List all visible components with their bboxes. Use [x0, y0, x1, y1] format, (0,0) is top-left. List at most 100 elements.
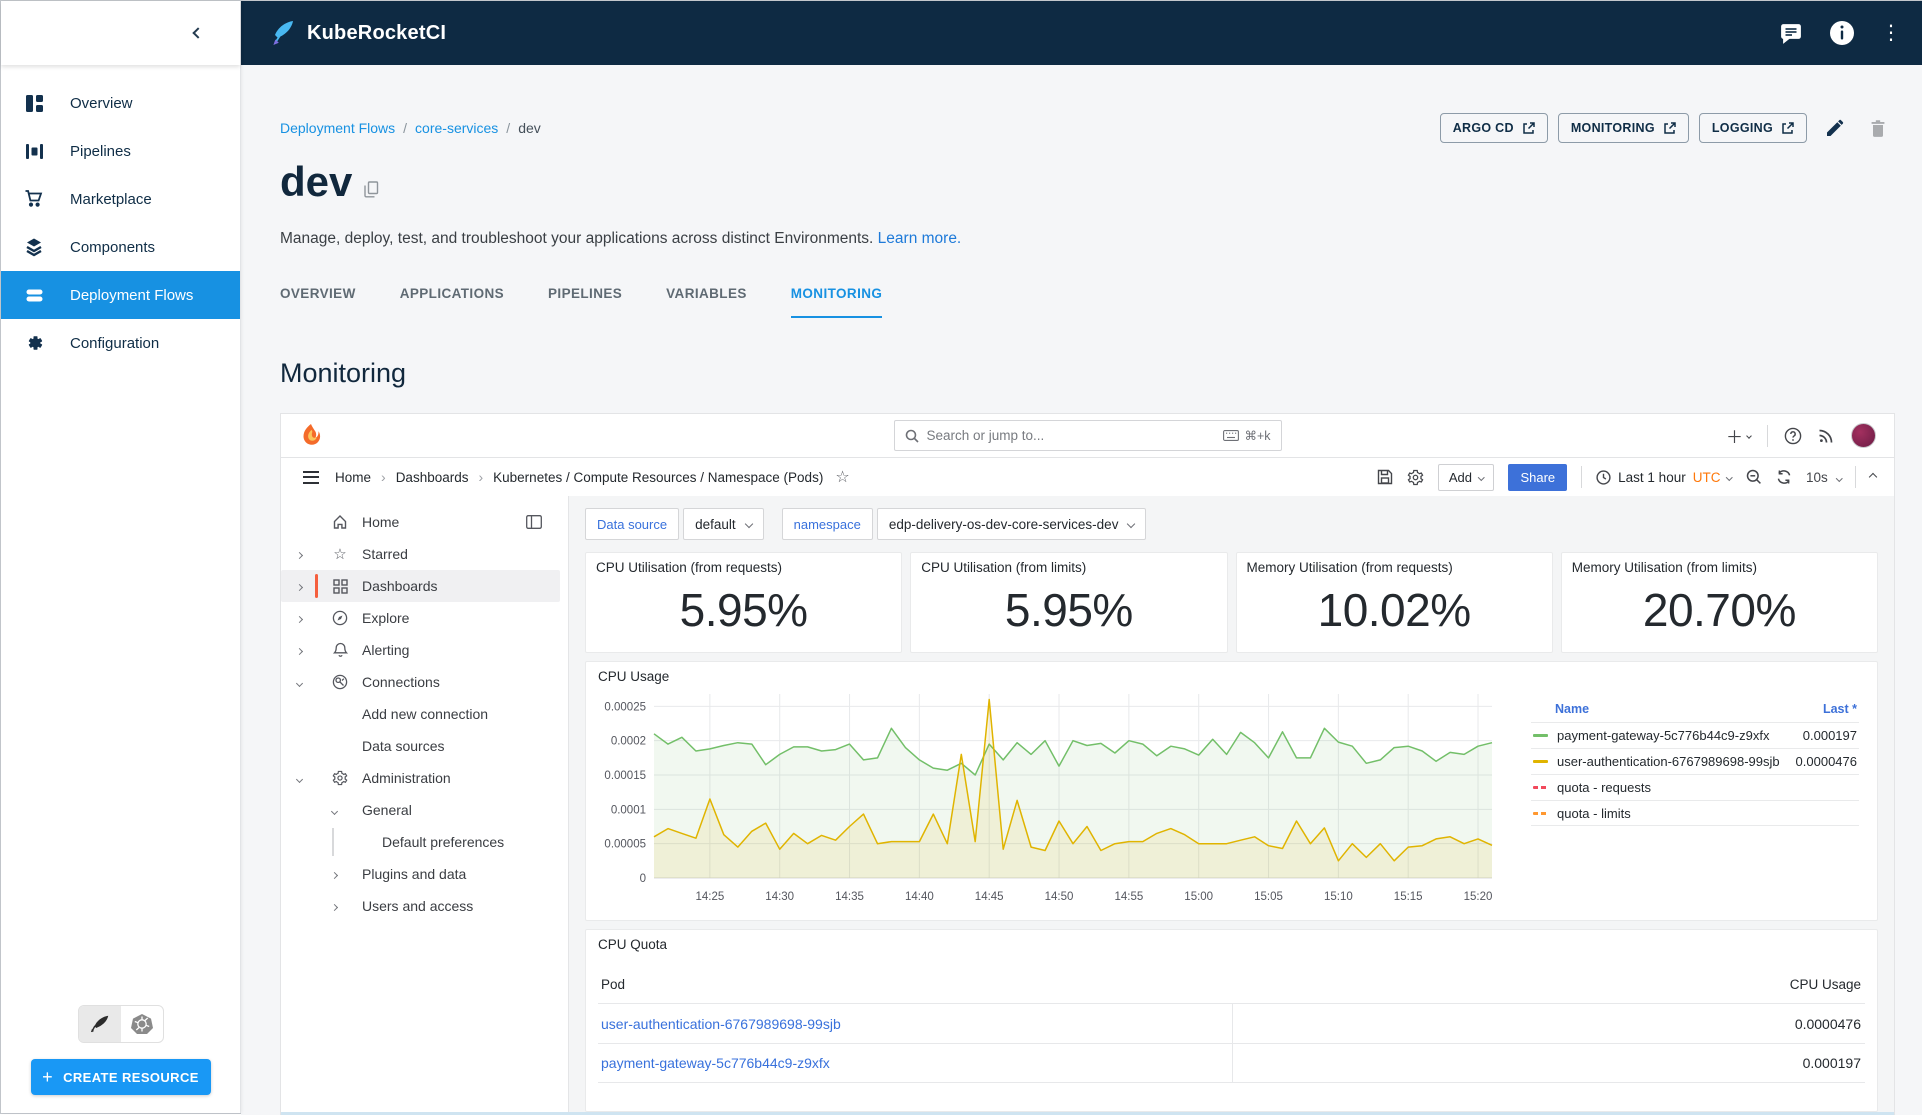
chevron-right-icon[interactable]: [332, 898, 337, 914]
favorite-star-icon[interactable]: ☆: [835, 467, 849, 487]
grafana-breadcrumb-dashboards[interactable]: Dashboards: [396, 470, 469, 485]
series-name[interactable]: quota - limits: [1557, 806, 1631, 821]
sidebar-item-marketplace[interactable]: Marketplace: [1, 175, 240, 223]
cpu-usage-title: CPU Usage: [598, 669, 1865, 684]
grafana-nav-connections[interactable]: Connections: [281, 666, 568, 698]
sidebar-item-deployment-flows[interactable]: Deployment Flows: [1, 271, 240, 319]
grafana-breadcrumb-dashboard-title[interactable]: Kubernetes / Compute Resources / Namespa…: [493, 470, 823, 485]
chevron-right-icon[interactable]: [297, 546, 302, 562]
grafana-nav-add-new-connection[interactable]: Add new connection: [281, 698, 568, 730]
argocd-button[interactable]: ARGO CD: [1440, 113, 1548, 143]
grafana-nav-default-preferences[interactable]: Default preferences: [281, 826, 568, 858]
sidebar-item-pipelines[interactable]: Pipelines: [1, 127, 240, 175]
grafana-breadcrumb-home[interactable]: Home: [335, 470, 371, 485]
tab-applications[interactable]: APPLICATIONS: [400, 286, 504, 318]
legend-col-last[interactable]: Last *: [1823, 702, 1857, 716]
column-header-pod[interactable]: Pod: [598, 977, 1232, 992]
keyboard-shortcut-hint: ⌘+k: [1223, 428, 1270, 443]
refresh-interval-label: 10s: [1806, 470, 1828, 485]
copy-icon[interactable]: [364, 181, 379, 203]
feather-mode-button[interactable]: [79, 1006, 121, 1042]
chevron-right-icon[interactable]: [297, 610, 302, 626]
info-icon[interactable]: [1829, 20, 1855, 46]
chevron-down-icon[interactable]: [332, 802, 337, 818]
cpu-quota-panel[interactable]: CPU Quota Pod CPU Usage user-authenticat…: [585, 929, 1878, 1112]
app-logo[interactable]: KubeRocketCI: [267, 18, 446, 48]
grafana-nav-dashboards[interactable]: Dashboards: [281, 570, 560, 602]
chevron-right-icon[interactable]: [297, 642, 302, 658]
data-source-label[interactable]: Data source: [585, 508, 679, 540]
kebab-menu-icon[interactable]: ⋮: [1881, 23, 1901, 43]
dashboard-settings-gear-icon[interactable]: [1407, 469, 1424, 486]
tab-monitoring[interactable]: MONITORING: [791, 286, 883, 318]
stat-panel-memory-requests[interactable]: Memory Utilisation (from requests) 10.02…: [1236, 552, 1553, 653]
create-resource-button[interactable]: + CREATE RESOURCE: [31, 1059, 211, 1095]
sidebar-footer: + CREATE RESOURCE: [1, 1005, 240, 1113]
series-name[interactable]: payment-gateway-5c776b44c9-z9xfx: [1557, 728, 1769, 743]
grafana-nav-plugins-and-data[interactable]: Plugins and data: [281, 858, 568, 890]
save-dashboard-icon[interactable]: [1377, 469, 1393, 485]
zoom-out-icon[interactable]: [1746, 469, 1762, 485]
chevron-down-icon[interactable]: [297, 770, 302, 786]
namespace-label[interactable]: namespace: [782, 508, 873, 540]
breadcrumb-core-services[interactable]: core-services: [415, 120, 498, 136]
monitoring-button[interactable]: MONITORING: [1558, 113, 1689, 143]
user-avatar[interactable]: [1851, 423, 1876, 448]
sidebar-collapse-button[interactable]: [188, 18, 208, 48]
pod-link[interactable]: payment-gateway-5c776b44c9-z9xfx: [601, 1055, 830, 1071]
learn-more-link[interactable]: Learn more.: [878, 230, 962, 247]
connections-icon: [331, 673, 349, 691]
pod-link[interactable]: user-authentication-6767989698-99sjb: [601, 1016, 841, 1032]
collapse-toolbar-icon[interactable]: [1870, 468, 1876, 486]
grafana-nav-general[interactable]: General: [281, 794, 568, 826]
kubernetes-mode-button[interactable]: [121, 1006, 163, 1042]
feedback-chat-icon[interactable]: [1779, 21, 1803, 45]
column-header-cpu-usage[interactable]: CPU Usage: [1232, 977, 1866, 992]
time-range-picker[interactable]: Last 1 hour UTC: [1596, 470, 1732, 485]
refresh-interval-select[interactable]: 10s: [1806, 470, 1841, 485]
sidebar-item-components[interactable]: Components: [1, 223, 240, 271]
search-input[interactable]: [927, 428, 1216, 443]
news-rss-icon[interactable]: [1818, 427, 1835, 444]
grafana-nav-explore[interactable]: Explore: [281, 602, 568, 634]
refresh-icon[interactable]: [1776, 469, 1792, 485]
dock-sidebar-icon[interactable]: [526, 515, 542, 529]
stat-panel-cpu-requests[interactable]: CPU Utilisation (from requests) 5.95%: [585, 552, 902, 653]
tab-pipelines[interactable]: PIPELINES: [548, 286, 622, 318]
delete-trash-icon[interactable]: [1861, 111, 1895, 145]
sidebar-item-overview[interactable]: Overview: [1, 79, 240, 127]
hamburger-menu-icon[interactable]: [299, 467, 323, 488]
share-button[interactable]: Share: [1508, 464, 1567, 491]
grafana-nav-data-sources[interactable]: Data sources: [281, 730, 568, 762]
timezone-label: UTC: [1693, 470, 1721, 485]
chevron-down-icon[interactable]: [297, 674, 302, 690]
legend-row: quota - limits: [1531, 800, 1859, 826]
legend-col-name[interactable]: Name: [1555, 702, 1589, 716]
cpu-usage-chart[interactable]: 14:2514:3014:3514:4014:4514:5014:5515:00…: [598, 686, 1517, 913]
nav-label: Data sources: [362, 738, 444, 754]
cpu-usage-panel[interactable]: CPU Usage 14:2514:3014:3514:4014:4514:50…: [585, 661, 1878, 921]
help-icon[interactable]: [1784, 427, 1802, 445]
namespace-select[interactable]: edp-delivery-os-dev-core-services-dev: [877, 508, 1147, 540]
grafana-nav-administration[interactable]: Administration: [281, 762, 568, 794]
logging-button[interactable]: LOGGING: [1699, 113, 1807, 143]
chevron-right-icon[interactable]: [297, 578, 302, 594]
grafana-nav-alerting[interactable]: Alerting: [281, 634, 568, 666]
stat-panel-cpu-limits[interactable]: CPU Utilisation (from limits) 5.95%: [910, 552, 1227, 653]
new-item-button[interactable]: ＋: [1726, 423, 1751, 448]
breadcrumb-deployment-flows[interactable]: Deployment Flows: [280, 120, 395, 136]
tab-overview[interactable]: OVERVIEW: [280, 286, 356, 318]
data-source-select[interactable]: default: [683, 508, 764, 540]
grafana-nav-starred[interactable]: ☆ Starred: [281, 538, 568, 570]
series-name[interactable]: user-authentication-6767989698-99sjb: [1557, 754, 1780, 769]
chevron-right-icon[interactable]: [332, 866, 337, 882]
stat-panel-memory-limits[interactable]: Memory Utilisation (from limits) 20.70%: [1561, 552, 1878, 653]
series-name[interactable]: quota - requests: [1557, 780, 1651, 795]
grafana-nav-home[interactable]: Home: [281, 506, 568, 538]
sidebar-item-configuration[interactable]: Configuration: [1, 319, 240, 367]
grafana-logo-icon[interactable]: [299, 423, 323, 449]
edit-pencil-icon[interactable]: [1817, 111, 1851, 145]
tab-variables[interactable]: VARIABLES: [666, 286, 747, 318]
grafana-nav-users-and-access[interactable]: Users and access: [281, 890, 568, 922]
add-panel-button[interactable]: Add: [1438, 464, 1495, 491]
